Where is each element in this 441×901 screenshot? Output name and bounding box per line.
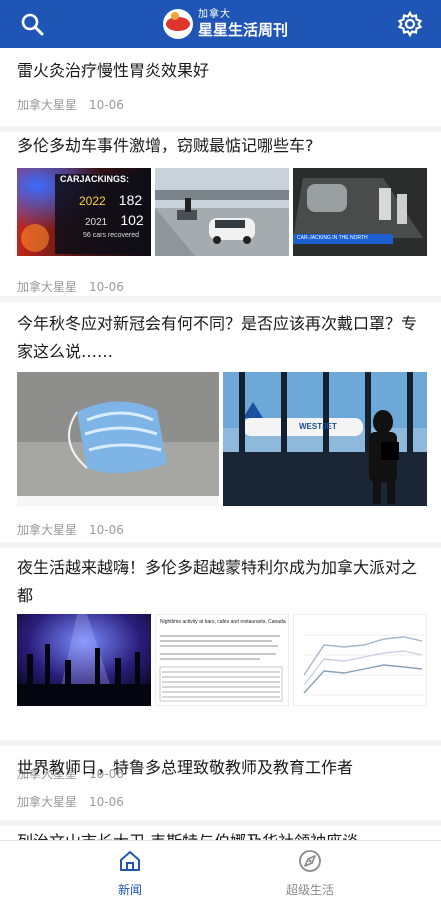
stats-footer: 56 cars recovered — [83, 232, 140, 239]
news-meta: 加拿大星星 10-06 — [17, 521, 124, 538]
news-title[interactable]: 夜生活越来越嗨！多伦多超越蒙特利尔成为加拿大派对之都 — [17, 554, 427, 610]
carjacking-stats-image[interactable]: CARJACKINGS: 2022 182 2021 102 56 cars r… — [17, 168, 151, 256]
logo-emblem-icon — [163, 9, 193, 39]
concert-crowd-image[interactable] — [17, 614, 151, 706]
bottom-navigation: 新闻 超级生活 — [0, 840, 441, 901]
news-title[interactable]: 多伦多劫车事件激增，窃贼最惦记哪些车? — [17, 132, 427, 160]
news-title[interactable]: 世界教师日，特鲁多总理致敬教师及教育工作者 — [17, 754, 427, 782]
nightlife-report-image[interactable]: Nighttime activity at bars, cafés and re… — [155, 614, 289, 706]
gear-icon[interactable] — [397, 10, 423, 38]
news-source: 加拿大星星 — [17, 280, 78, 294]
news-source: 加拿大星星 — [17, 98, 78, 112]
news-source: 加拿大星星 — [17, 795, 78, 809]
news-meta: 加拿大星星 10-06 — [17, 96, 124, 113]
news-item[interactable]: 世界教师日，特鲁多总理致敬教师及教育工作者 加拿大星星 10-06 — [0, 746, 441, 826]
stats-headline: CARJACKINGS: — [60, 174, 130, 184]
news-title[interactable]: 今年秋冬应对新冠会有何不同？是否应该再次戴口罩？专家这么说…… — [17, 310, 427, 366]
news-source: 加拿大星星 — [17, 523, 78, 537]
logo-subtitle: 加拿大 — [198, 9, 231, 20]
compass-icon — [299, 850, 321, 872]
plane-label: WESTJET — [299, 422, 337, 431]
news-date: 10-06 — [89, 523, 124, 537]
search-icon[interactable] — [20, 12, 44, 36]
news-date: 10-06 — [89, 795, 124, 809]
discarded-mask-image[interactable] — [17, 372, 219, 506]
news-date: 10-06 — [89, 98, 124, 112]
stats-row: 2022 182 — [79, 192, 143, 208]
parking-lot-image[interactable] — [155, 168, 289, 256]
news-item[interactable]: 夜生活越来越嗨！多伦多超越蒙特利尔成为加拿大派对之都 Nighttime act… — [0, 548, 441, 781]
news-item[interactable]: 雷火灸治疗慢性胃炎效果好 加拿大星星 10-06 — [0, 48, 441, 132]
news-feed[interactable]: 雷火灸治疗慢性胃炎效果好 加拿大星星 10-06 多伦多劫车事件激增，窃贼最惦记哪… — [0, 48, 441, 840]
news-date: 10-06 — [89, 280, 124, 294]
news-item[interactable]: 今年秋冬应对新冠会有何不同？是否应该再次戴口罩？专家这么说…… WESTJET … — [0, 302, 441, 542]
news-meta: 加拿大星星 10-06 — [17, 278, 124, 295]
nightlife-chart-image[interactable] — [293, 614, 427, 706]
logo-title: 星星生活周刊 — [198, 21, 289, 39]
news-item[interactable]: 多伦多劫车事件激增，窃贼最惦记哪些车? CARJACKINGS: 2022 18… — [0, 132, 441, 300]
cctv-garage-image[interactable]: CAR-JACKING IN THE NORTH — [293, 168, 427, 256]
tab-super-life[interactable]: 超级生活 — [250, 849, 370, 898]
airport-traveler-image[interactable]: WESTJET — [223, 372, 427, 506]
tab-news[interactable]: 新闻 — [70, 849, 190, 898]
app-logo: 加拿大 星星生活周刊 — [163, 7, 288, 41]
tab-label: 超级生活 — [285, 883, 334, 897]
news-title[interactable]: 雷火灸治疗慢性胃炎效果好 — [17, 57, 427, 85]
home-icon — [120, 851, 140, 871]
news-item[interactable]: 列治文山市长大卫·韦斯特与伯娜及华社领袖座谈 — [0, 826, 441, 840]
top-app-bar: 加拿大 星星生活周刊 — [0, 0, 441, 48]
stats-row: 2021 102 — [85, 212, 144, 228]
news-meta: 加拿大星星 10-06 — [17, 793, 124, 810]
tab-label: 新闻 — [117, 883, 142, 897]
cctv-caption: CAR-JACKING IN THE NORTH — [297, 235, 368, 241]
news-title[interactable]: 列治文山市长大卫·韦斯特与伯娜及华社领袖座谈 — [17, 828, 427, 840]
